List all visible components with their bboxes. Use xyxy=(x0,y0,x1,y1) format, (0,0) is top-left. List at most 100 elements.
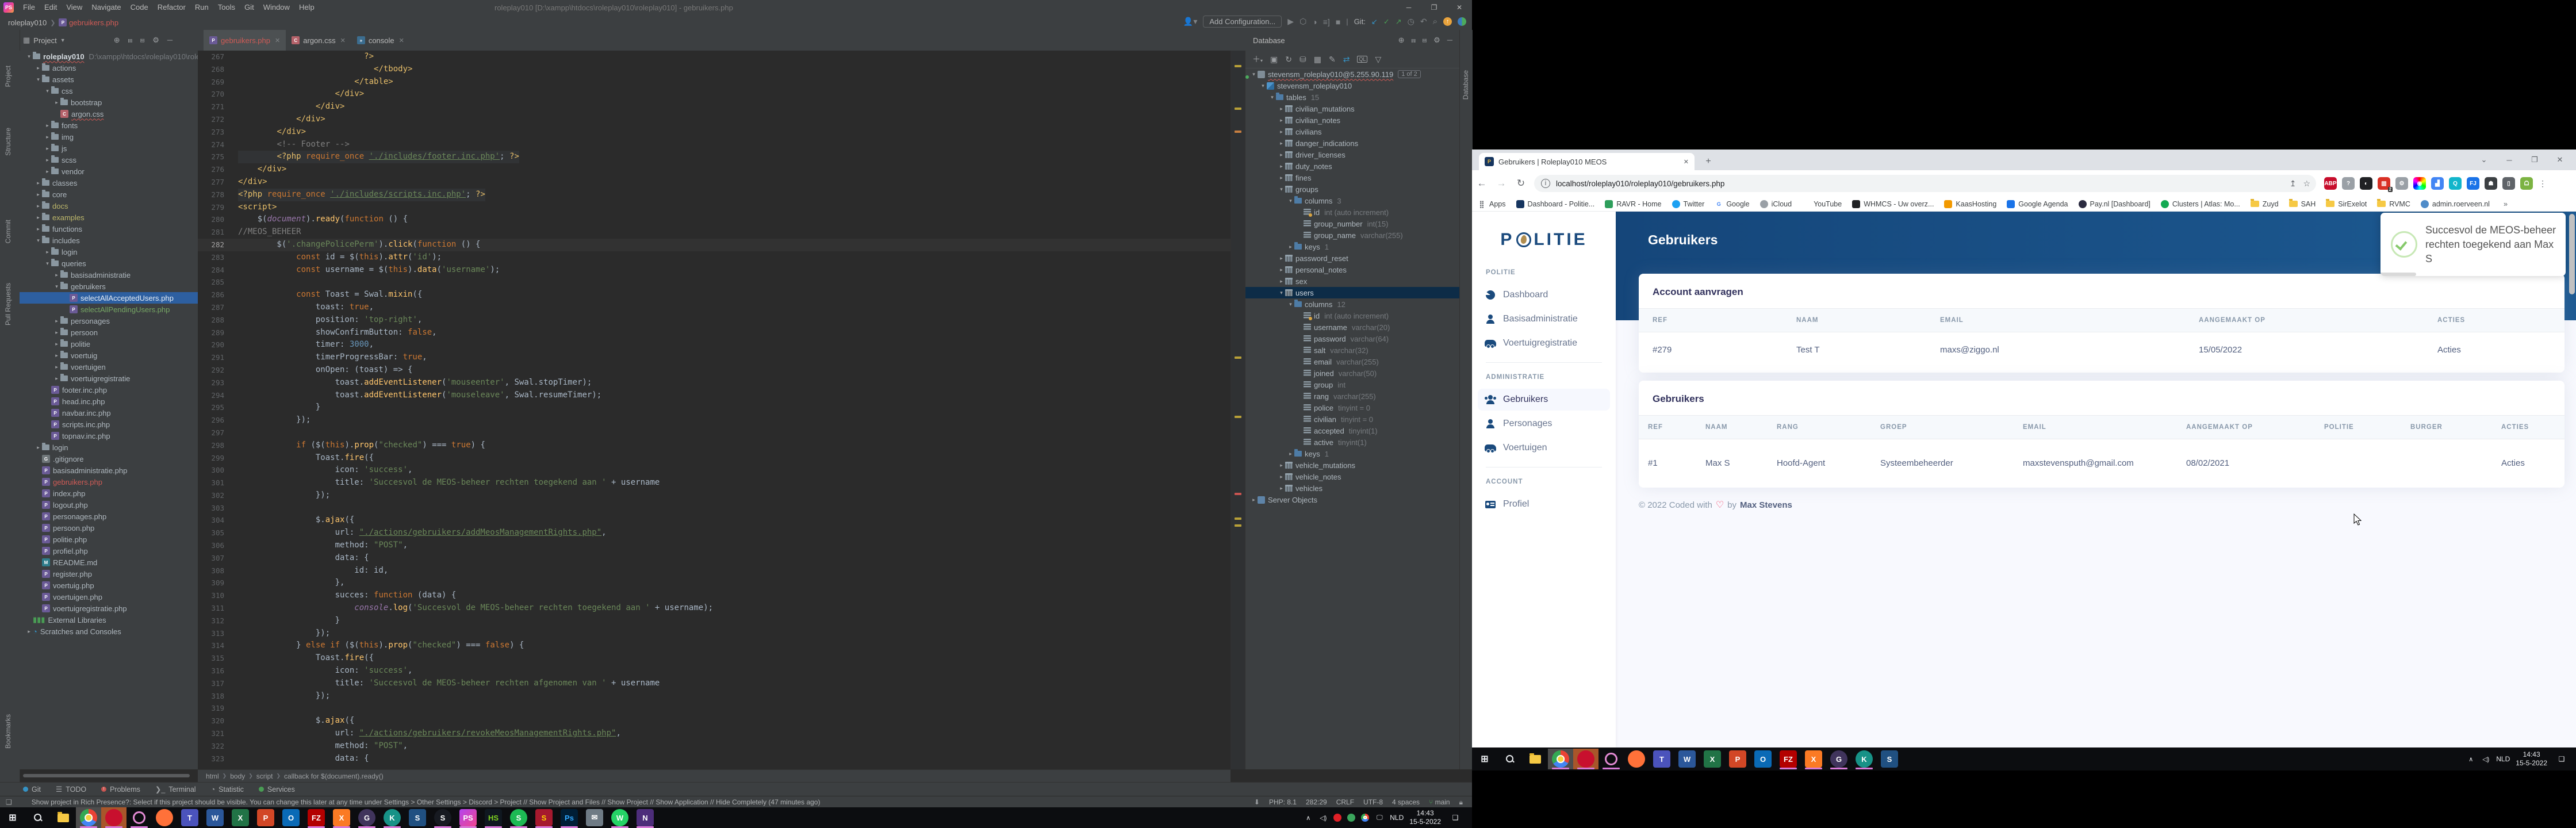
code-with-me-icon[interactable] xyxy=(1458,17,1466,26)
sidebar-item-gebruikers[interactable]: Gebruikers xyxy=(1478,389,1610,411)
chevron-right-icon[interactable]: ▸ xyxy=(1278,278,1285,285)
project-tree-item[interactable]: ▾ css xyxy=(20,85,198,97)
toolwindow-statistic[interactable]: ◔Statistic xyxy=(211,785,244,793)
code-line[interactable]: 279<script> xyxy=(198,201,1230,214)
code-line[interactable]: 267 ?> xyxy=(198,51,1230,63)
chrome-menu-icon[interactable]: ⋮ xyxy=(2539,179,2547,189)
undo-icon[interactable]: ↶ xyxy=(1420,17,1427,26)
project-tree-item[interactable]: P navbar.inc.php xyxy=(20,407,198,419)
chevron-right-icon[interactable]: ▸ xyxy=(53,329,60,336)
line-number[interactable]: 268 xyxy=(198,63,238,76)
code-line[interactable]: 294 toast.addEventListener('mouseleave',… xyxy=(198,389,1230,402)
bookmark-item[interactable]: admin.roerveen.nl xyxy=(2421,200,2490,208)
db-tree-item[interactable]: group int xyxy=(1245,379,1460,390)
taskbar-app-hs[interactable]: HS xyxy=(481,807,506,828)
maximize-icon[interactable]: ❐ xyxy=(1421,0,1447,15)
taskbar-app-photoshop[interactable]: Ps xyxy=(557,807,582,828)
editor-breadcrumb-item[interactable]: script xyxy=(256,772,273,780)
project-tree-item[interactable]: ▸ vendor xyxy=(20,166,198,177)
toolwindow-todo[interactable]: ☰TODO xyxy=(56,785,86,793)
line-number[interactable]: 314 xyxy=(198,639,238,652)
project-tree-item[interactable]: P register.php xyxy=(20,568,198,580)
db-tree-item[interactable]: ▾ groups xyxy=(1245,183,1460,195)
chevron-right-icon[interactable]: ▸ xyxy=(1278,485,1285,492)
db-collapse-icon[interactable]: ⩎ xyxy=(1411,36,1415,45)
coverage-icon[interactable]: ◑ xyxy=(1312,17,1317,26)
code-line[interactable]: 307 data: { xyxy=(198,552,1230,565)
code-line[interactable]: 285 xyxy=(198,276,1230,289)
status-segment[interactable]: UTF-8 xyxy=(1363,798,1383,807)
line-number[interactable]: 309 xyxy=(198,577,238,589)
project-tree-item[interactable]: C argon.css xyxy=(20,108,198,120)
menu-navigate[interactable]: Navigate xyxy=(87,0,125,15)
taskbar-app-teams[interactable]: T xyxy=(1649,749,1674,769)
code-line[interactable]: 300 icon: 'success', xyxy=(198,464,1230,477)
line-number[interactable]: 278 xyxy=(198,189,238,201)
tab-gebruikers.php[interactable]: P gebruikers.php ✕ xyxy=(204,30,286,51)
expand-all-icon[interactable]: ⩏ xyxy=(140,36,144,45)
taskbar-app-github[interactable]: G xyxy=(1826,749,1851,769)
chevron-right-icon[interactable]: ▸ xyxy=(1278,117,1285,124)
chevron-down-icon[interactable]: ▾ xyxy=(34,237,42,244)
extension-gear-icon[interactable]: ⚙ xyxy=(2395,177,2408,190)
db-expand-icon[interactable]: ⩏ xyxy=(1423,36,1427,45)
chevron-right-icon[interactable]: ▸ xyxy=(53,364,60,370)
extension-paw-icon[interactable]: ☗ xyxy=(2485,177,2497,190)
line-number[interactable]: 316 xyxy=(198,665,238,677)
code-line[interactable]: 292 onOpen: (toast) => { xyxy=(198,364,1230,377)
language-indicator[interactable]: NLD xyxy=(1390,814,1404,822)
taskbar-app-firefox[interactable] xyxy=(1624,749,1649,769)
forward-icon[interactable]: → xyxy=(1492,178,1511,189)
bookmark-item[interactable]: RVMC xyxy=(2377,200,2410,208)
taskbar-app-powerpoint[interactable]: P xyxy=(1725,749,1750,769)
breadcrumb[interactable]: roleplay010 ❯ P gebruikers.php xyxy=(8,18,118,27)
sidebar-item-basisadministratie[interactable]: Basisadministratie xyxy=(1478,308,1610,330)
code-line[interactable]: 309 }, xyxy=(198,577,1230,589)
line-number[interactable]: 283 xyxy=(198,251,238,264)
bookmark-item[interactable]: Clusters | Atlas: Mo... xyxy=(2161,200,2240,208)
column-header[interactable]: BURGER xyxy=(2401,424,2492,431)
stripe-bookmarks[interactable]: Bookmarks xyxy=(4,714,12,749)
language-indicator[interactable]: NLD xyxy=(2496,755,2510,763)
chevron-right-icon[interactable]: ▸ xyxy=(44,168,51,175)
code-line[interactable]: 286 const Toast = Swal.mixin({ xyxy=(198,289,1230,301)
acties-link[interactable]: Acties xyxy=(2492,458,2564,468)
chevron-down-icon[interactable]: ▾ xyxy=(1259,83,1267,89)
project-tree-item[interactable]: P voertuigregistratie.php xyxy=(20,603,198,614)
project-tree-item[interactable]: ▸ login xyxy=(20,442,198,453)
chevron-right-icon[interactable]: ▸ xyxy=(44,134,51,140)
extension-help-icon[interactable]: ? xyxy=(2342,177,2355,190)
bookmark-star-icon[interactable]: ☆ xyxy=(2303,179,2310,189)
page-scrollbar[interactable] xyxy=(2569,214,2575,294)
line-number[interactable]: 280 xyxy=(198,213,238,226)
editor-error-stripe[interactable] xyxy=(1230,51,1245,769)
taskbar-app-powerpoint[interactable]: P xyxy=(253,807,278,828)
db-tree-item[interactable]: ▸ vehicle_mutations xyxy=(1245,459,1460,471)
column-header[interactable]: EMAIL xyxy=(1926,317,2185,324)
line-number[interactable]: 300 xyxy=(198,464,238,477)
db-console-icon[interactable]: QL xyxy=(1357,56,1367,63)
code-editor[interactable]: 267 ?> 268 </tbody> 269 </table> 270 </d… xyxy=(198,51,1230,769)
column-header[interactable]: NAAM xyxy=(1782,317,1926,324)
chevron-down-icon[interactable]: ▾ xyxy=(34,76,42,83)
code-line[interactable]: 273 </div> xyxy=(198,126,1230,139)
green-tray-icon[interactable] xyxy=(1347,814,1355,822)
line-number[interactable]: 319 xyxy=(198,702,238,715)
code-line[interactable]: 313 }); xyxy=(198,627,1230,640)
taskbar-app-search[interactable] xyxy=(1497,749,1523,769)
site-info-icon[interactable]: i xyxy=(1541,179,1550,188)
line-number[interactable]: 290 xyxy=(198,339,238,351)
column-header[interactable]: AANGEMAAKT OP xyxy=(2177,424,2315,431)
taskbar-app-phpstorm[interactable]: PS xyxy=(455,807,481,828)
chevron-right-icon[interactable]: ▸ xyxy=(53,352,60,359)
toolwindow-services[interactable]: Services xyxy=(259,785,295,793)
line-number[interactable]: 294 xyxy=(198,389,238,402)
error-stripe-mark[interactable] xyxy=(1235,108,1241,110)
chevron-right-icon[interactable]: ▸ xyxy=(1278,152,1285,158)
taskbar-app-search[interactable] xyxy=(25,807,51,828)
code-line[interactable]: 283 const id = $(this).attr('id'); xyxy=(198,251,1230,264)
extension-phone-icon[interactable]: ▯ xyxy=(2502,177,2515,190)
chevron-right-icon[interactable]: ▸ xyxy=(25,628,33,635)
code-line[interactable]: 316 icon: 'success', xyxy=(198,665,1230,677)
taskbar-app-xampp[interactable]: X xyxy=(1801,749,1826,769)
